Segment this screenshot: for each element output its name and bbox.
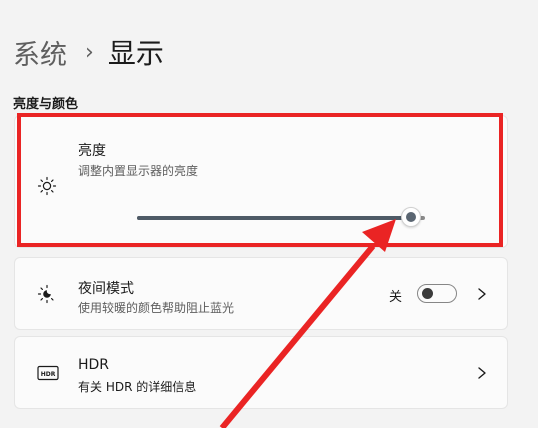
breadcrumb-separator-icon: ›	[85, 39, 94, 65]
night-light-title: 夜间模式	[78, 281, 134, 297]
night-light-description: 使用较暖的颜色帮助阻止蓝光	[78, 301, 235, 315]
hdr-title: HDR	[78, 357, 110, 373]
hdr-icon: HDR	[37, 363, 59, 383]
breadcrumb-parent-system[interactable]: 系统	[13, 33, 67, 72]
annotation-highlight-box	[17, 113, 503, 247]
hdr-description: 有关 HDR 的详细信息	[78, 380, 197, 394]
night-light-card[interactable]: 夜间模式 使用较暖的颜色帮助阻止蓝光 关	[14, 257, 508, 330]
night-light-toggle[interactable]	[417, 284, 457, 303]
night-light-state-label: 关	[389, 290, 403, 305]
night-light-icon	[37, 284, 57, 304]
hdr-icon-label: HDR	[41, 371, 56, 378]
section-title-brightness-color: 亮度与颜色	[13, 97, 79, 112]
toggle-knob	[422, 288, 433, 299]
chevron-right-icon[interactable]	[475, 286, 489, 302]
chevron-right-icon[interactable]	[475, 365, 489, 381]
hdr-card[interactable]: HDR HDR 有关 HDR 的详细信息	[14, 336, 508, 409]
breadcrumb: 系统 › 显示	[13, 30, 164, 74]
page-title: 显示	[107, 37, 164, 70]
